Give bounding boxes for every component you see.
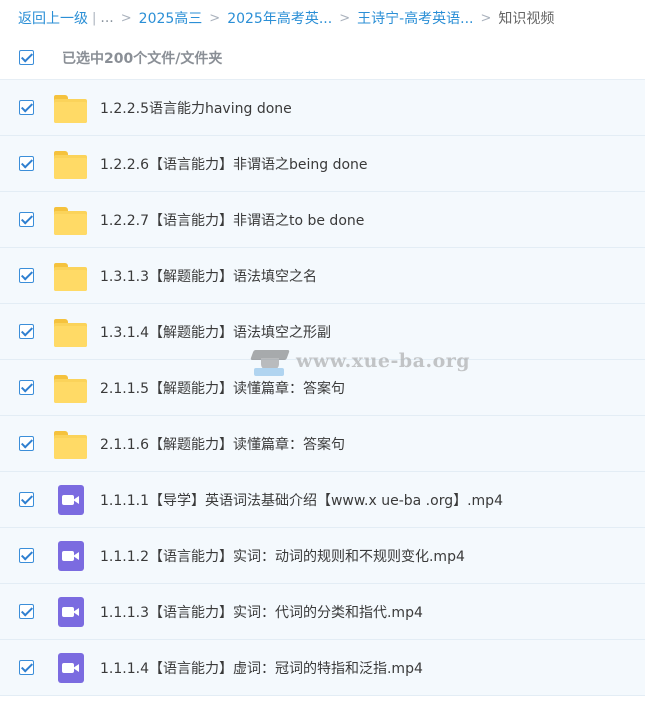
folder-icon <box>52 316 90 348</box>
file-checkbox[interactable] <box>19 268 34 283</box>
file-row[interactable]: 1.1.1.1【导学】英语词法基础介绍【www.x ue-ba .org】.mp… <box>0 472 645 528</box>
file-row[interactable]: 1.2.2.6【语言能力】非谓语之being done <box>0 136 645 192</box>
file-checkbox[interactable] <box>19 436 34 451</box>
file-row[interactable]: 1.1.1.3【语言能力】实词：代词的分类和指代.mp4 <box>0 584 645 640</box>
file-name[interactable]: 1.3.1.3【解题能力】语法填空之名 <box>100 266 317 286</box>
file-name[interactable]: 1.2.2.5语言能力having done <box>100 98 292 118</box>
file-checkbox[interactable] <box>19 548 34 563</box>
breadcrumb-divider: | <box>92 10 97 26</box>
file-name[interactable]: 2.1.1.6【解题能力】读懂篇章：答案句 <box>100 434 345 454</box>
file-checkbox[interactable] <box>19 156 34 171</box>
file-checkbox[interactable] <box>19 212 34 227</box>
selection-header: 已选中200个文件/文件夹 <box>0 36 645 80</box>
file-checkbox[interactable] <box>19 604 34 619</box>
selection-count-label: 已选中200个文件/文件夹 <box>62 50 223 67</box>
folder-icon <box>52 148 90 180</box>
file-row[interactable]: 2.1.1.5【解题能力】读懂篇章：答案句 <box>0 360 645 416</box>
breadcrumb-item-grade[interactable]: 2025高三 <box>139 8 203 28</box>
video-file-icon <box>52 540 90 572</box>
file-name[interactable]: 1.1.1.1【导学】英语词法基础介绍【www.x ue-ba .org】.mp… <box>100 490 503 510</box>
file-name[interactable]: 1.1.1.3【语言能力】实词：代词的分类和指代.mp4 <box>100 602 423 622</box>
video-file-icon <box>52 596 90 628</box>
folder-icon <box>52 260 90 292</box>
file-list: 1.2.2.5语言能力having done 1.2.2.6【语言能力】非谓语之b… <box>0 80 645 696</box>
breadcrumb-item-exam[interactable]: 2025年高考英... <box>227 8 332 28</box>
file-name[interactable]: 1.2.2.7【语言能力】非谓语之to be done <box>100 210 364 230</box>
file-checkbox[interactable] <box>19 492 34 507</box>
file-row[interactable]: 2.1.1.6【解题能力】读懂篇章：答案句 <box>0 416 645 472</box>
breadcrumb-separator: > <box>120 10 132 26</box>
back-link[interactable]: 返回上一级 <box>18 8 88 28</box>
file-row[interactable]: 1.3.1.4【解题能力】语法填空之形副 <box>0 304 645 360</box>
file-checkbox[interactable] <box>19 324 34 339</box>
file-name[interactable]: 1.3.1.4【解题能力】语法填空之形副 <box>100 322 331 342</box>
breadcrumb-current: 知识视频 <box>498 11 555 27</box>
file-name[interactable]: 2.1.1.5【解题能力】读懂篇章：答案句 <box>100 378 345 398</box>
folder-icon <box>52 92 90 124</box>
breadcrumb-item-course[interactable]: 王诗宁-高考英语... <box>357 8 473 28</box>
breadcrumb-ellipsis[interactable]: ... <box>100 10 113 26</box>
file-row[interactable]: 1.2.2.7【语言能力】非谓语之to be done <box>0 192 645 248</box>
folder-icon <box>52 372 90 404</box>
breadcrumb-separator: > <box>339 10 351 26</box>
file-row[interactable]: 1.1.1.4【语言能力】虚词：冠词的特指和泛指.mp4 <box>0 640 645 696</box>
file-row[interactable]: 1.3.1.3【解题能力】语法填空之名 <box>0 248 645 304</box>
file-name[interactable]: 1.1.1.2【语言能力】实词：动词的规则和不规则变化.mp4 <box>100 546 465 566</box>
breadcrumb-separator: > <box>209 10 221 26</box>
file-row[interactable]: 1.2.2.5语言能力having done <box>0 80 645 136</box>
file-checkbox[interactable] <box>19 100 34 115</box>
file-row[interactable]: 1.1.1.2【语言能力】实词：动词的规则和不规则变化.mp4 <box>0 528 645 584</box>
file-checkbox[interactable] <box>19 660 34 675</box>
breadcrumb: 返回上一级 | ... > 2025高三 > 2025年高考英... > 王诗宁… <box>0 0 645 36</box>
breadcrumb-separator: > <box>480 10 492 26</box>
video-file-icon <box>52 484 90 516</box>
file-checkbox[interactable] <box>19 380 34 395</box>
select-all-checkbox[interactable] <box>19 50 34 65</box>
file-name[interactable]: 1.2.2.6【语言能力】非谓语之being done <box>100 154 368 174</box>
video-file-icon <box>52 652 90 684</box>
folder-icon <box>52 428 90 460</box>
file-name[interactable]: 1.1.1.4【语言能力】虚词：冠词的特指和泛指.mp4 <box>100 658 423 678</box>
folder-icon <box>52 204 90 236</box>
